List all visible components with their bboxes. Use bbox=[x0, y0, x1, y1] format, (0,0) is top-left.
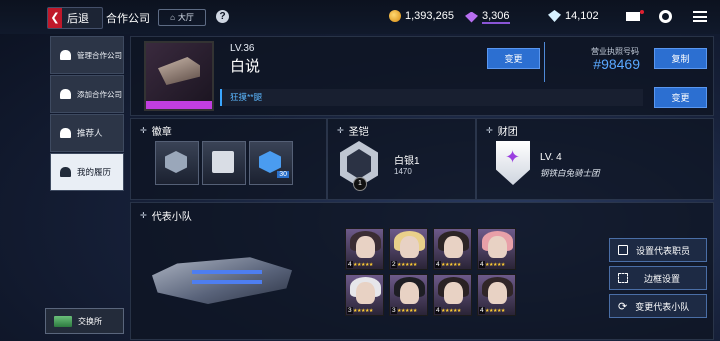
book-badge-icon[interactable] bbox=[202, 141, 246, 185]
sidebar-item-label: 我的履历 bbox=[77, 167, 112, 177]
change-squad-label: 变更代表小队 bbox=[635, 301, 690, 312]
member-rank: 3 bbox=[347, 307, 353, 314]
squad-member-card[interactable]: 3 ★★★★★ bbox=[389, 274, 428, 316]
member-rank: 4 bbox=[479, 307, 485, 314]
star-rating-icon: ★★★★★ bbox=[353, 308, 373, 314]
emblem-rank: 白银1 bbox=[394, 156, 420, 167]
change-signature-button[interactable]: 变更 bbox=[654, 87, 707, 108]
member-rank: 4 bbox=[347, 261, 353, 268]
star-rating-icon: ★★★★★ bbox=[485, 308, 505, 314]
player-level: LV.36 bbox=[230, 43, 255, 54]
sidebar-item-label: 添加合作公司 bbox=[77, 89, 122, 99]
sidebar-item-my-profile[interactable]: 我的履历 bbox=[50, 153, 124, 191]
sidebar-item-manage-partners[interactable]: 管理合作公司 bbox=[50, 36, 124, 74]
copy-button[interactable]: 复制 bbox=[654, 48, 707, 69]
money-icon bbox=[54, 315, 72, 327]
crystal-resource[interactable]: 14,102 bbox=[548, 10, 599, 22]
page-title: 合作公司 bbox=[106, 13, 150, 25]
user-icon bbox=[60, 128, 71, 138]
back-button[interactable]: ❮ 后退 bbox=[47, 7, 103, 29]
member-rank: 4 bbox=[435, 261, 441, 268]
star-rating-icon: ★★★★★ bbox=[485, 262, 505, 268]
crystal-value: 14,102 bbox=[565, 10, 599, 22]
frame-label: 边框设置 bbox=[644, 273, 681, 284]
frame-settings-button[interactable]: 边框设置 bbox=[609, 266, 707, 290]
guild-level: LV. 4 bbox=[540, 152, 562, 163]
avatar[interactable] bbox=[144, 41, 214, 111]
sidebar-item-label: 管理合作公司 bbox=[77, 50, 122, 60]
emblem-level-mark: 1 bbox=[353, 177, 367, 191]
star-rating-icon: ★★★★★ bbox=[441, 308, 461, 314]
credits-resource: 1,393,265 bbox=[389, 10, 454, 22]
divider bbox=[544, 42, 545, 82]
portrait-icon bbox=[618, 245, 628, 255]
member-rank: 3 bbox=[391, 307, 397, 314]
squad-member-card[interactable]: 4 ★★★★★ bbox=[345, 228, 384, 270]
signature-field: 狂摸**腿 bbox=[220, 89, 643, 106]
help-icon[interactable]: ? bbox=[216, 10, 229, 23]
home-icon: ⌂ bbox=[170, 13, 175, 22]
star-rating-icon: ★★★★★ bbox=[397, 262, 417, 268]
badge-title: 徽章 bbox=[140, 123, 172, 138]
gear-icon[interactable] bbox=[659, 10, 672, 23]
squad-member-card[interactable]: 4 ★★★★★ bbox=[433, 274, 472, 316]
coin-icon bbox=[389, 10, 401, 22]
purple-gem-icon bbox=[465, 11, 478, 23]
player-name: 白说 bbox=[230, 58, 261, 75]
gem-badge-icon[interactable]: 30 bbox=[249, 141, 293, 185]
member-rank: 4 bbox=[435, 307, 441, 314]
badge-number: 30 bbox=[277, 171, 289, 178]
change-name-button[interactable]: 变更 bbox=[487, 48, 540, 69]
member-rank: 2 bbox=[391, 261, 397, 268]
exchange-button[interactable]: 交换所 bbox=[45, 308, 124, 334]
squad-member-card[interactable]: 4 ★★★★★ bbox=[477, 274, 516, 316]
squad-title: 代表小队 bbox=[140, 208, 192, 223]
sidebar-item-referrer[interactable]: 推荐人 bbox=[50, 114, 124, 152]
chevron-left-icon: ❮ bbox=[48, 8, 62, 28]
squad-member-card[interactable]: 2 ★★★★★ bbox=[389, 228, 428, 270]
add-user-icon bbox=[60, 89, 71, 99]
guild-title: 财团 bbox=[486, 123, 518, 138]
frame-icon bbox=[618, 273, 628, 283]
menu-icon[interactable] bbox=[693, 11, 707, 22]
squad-member-card[interactable]: 4 ★★★★★ bbox=[477, 228, 516, 270]
purple-gem-resource[interactable]: 3,306 bbox=[465, 10, 510, 24]
emblem-title: 圣铠 bbox=[337, 123, 369, 138]
license-number: #98469 bbox=[593, 56, 640, 72]
star-rating-icon: ★★★★★ bbox=[441, 262, 461, 268]
people-icon bbox=[60, 50, 71, 60]
squad-member-card[interactable]: 3 ★★★★★ bbox=[345, 274, 384, 316]
refresh-icon: ⟳ bbox=[618, 300, 628, 313]
change-squad-button[interactable]: ⟳ 变更代表小队 bbox=[609, 294, 707, 318]
star-rating-icon: ★★★★★ bbox=[353, 262, 373, 268]
set-rep-employee-button[interactable]: 设置代表职员 bbox=[609, 238, 707, 262]
notification-dot bbox=[640, 10, 644, 14]
mail-icon[interactable] bbox=[626, 12, 640, 21]
lobby-label: 大厅 bbox=[177, 13, 194, 22]
crystal-icon bbox=[548, 10, 561, 22]
squad-member-card[interactable]: 4 ★★★★★ bbox=[433, 228, 472, 270]
guild-name: 钢铁白兔骑士团 bbox=[540, 168, 600, 178]
star-rating-icon: ★★★★★ bbox=[397, 308, 417, 314]
member-rank: 4 bbox=[479, 261, 485, 268]
sidebar-item-label: 推荐人 bbox=[77, 128, 103, 138]
emblem-points: 1470 bbox=[394, 167, 412, 176]
skull-badge-icon[interactable] bbox=[155, 141, 199, 185]
credits-value: 1,393,265 bbox=[405, 10, 454, 22]
back-label: 后退 bbox=[67, 13, 89, 25]
sidebar-item-add-partner[interactable]: 添加合作公司 bbox=[50, 75, 124, 113]
exchange-label: 交换所 bbox=[78, 316, 102, 326]
purple-gem-value: 3,306 bbox=[482, 10, 510, 24]
profile-card-icon bbox=[60, 167, 71, 177]
lobby-button[interactable]: ⌂ 大厅 bbox=[158, 9, 206, 26]
set-rep-label: 设置代表职员 bbox=[636, 245, 691, 256]
